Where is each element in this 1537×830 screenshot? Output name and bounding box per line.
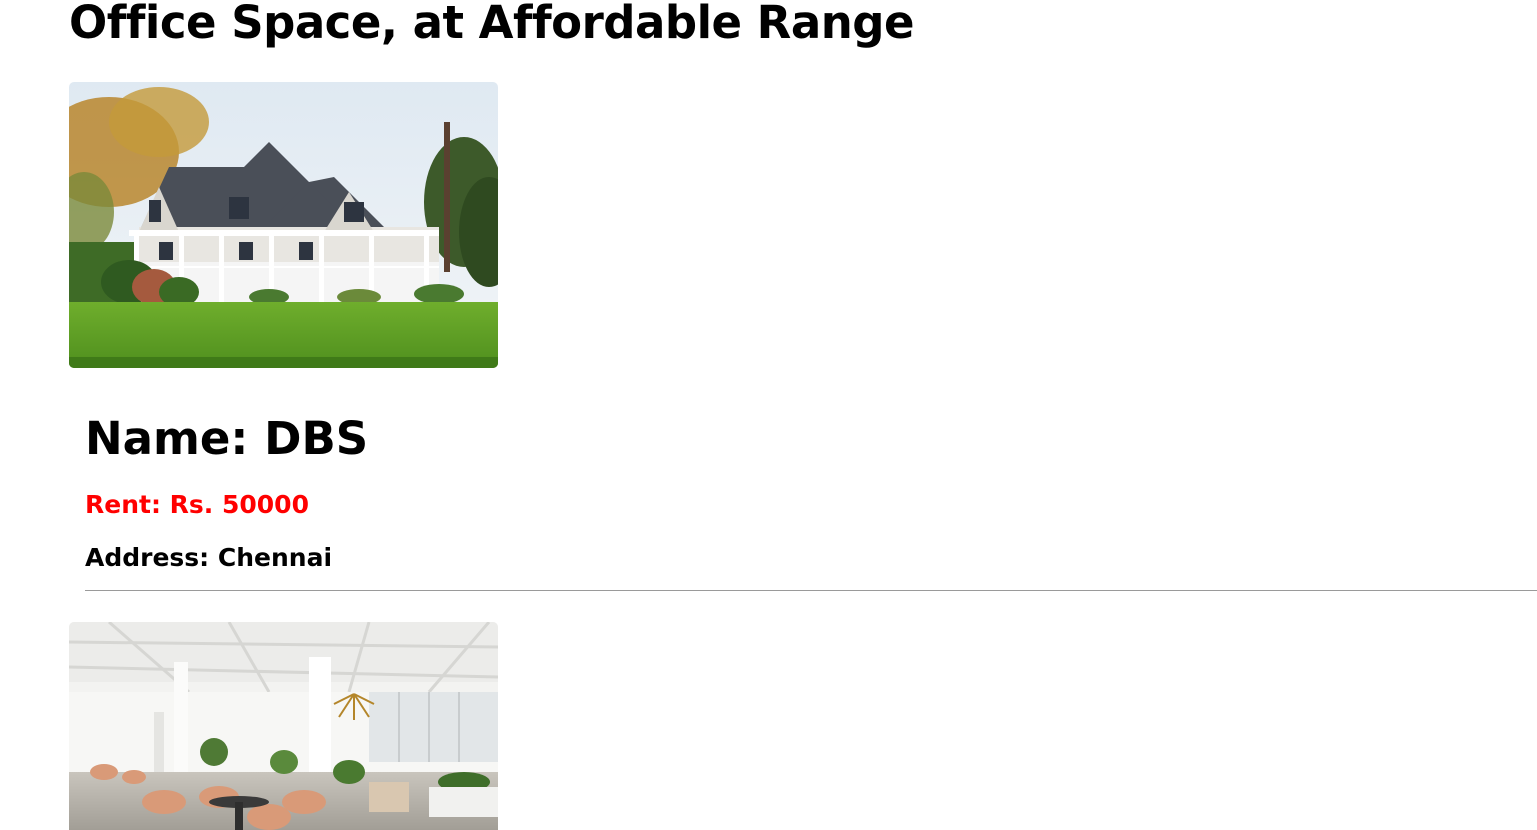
- page-title: Office Space, at Affordable Range: [69, 0, 914, 49]
- listing-image-office: [69, 622, 498, 830]
- listing-name: Name: DBS: [85, 412, 369, 465]
- listing-divider: [85, 590, 1537, 591]
- listing-rent: Rent: Rs. 50000: [85, 490, 309, 519]
- listing-address: Address: Chennai: [85, 543, 333, 572]
- listing-image-house: [69, 82, 498, 368]
